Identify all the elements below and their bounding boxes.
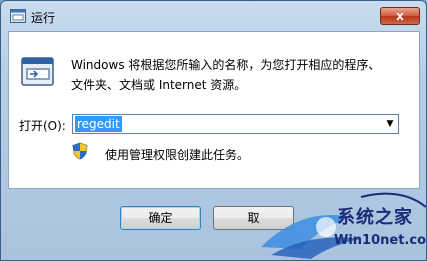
- run-icon: [10, 9, 26, 23]
- run-dialog: 运行 x Windows 将根据您所输入的名称，为您打开相应的程序、 文件夹、文…: [0, 0, 427, 261]
- watermark-brand: 系统之家: [337, 207, 413, 228]
- dropdown-arrow-icon[interactable]: ▼: [382, 115, 398, 133]
- open-combobox[interactable]: regedit ▼: [72, 114, 399, 134]
- watermark: 系统之家 Win10net.com: [241, 187, 427, 260]
- admin-note: 使用管理权限创建此任务。: [105, 148, 250, 162]
- ok-button[interactable]: 确定: [120, 206, 201, 230]
- open-label: 打开(O):: [19, 119, 66, 133]
- description-line-1: Windows 将根据您所输入的名称，为您打开相应的程序、: [71, 58, 381, 72]
- close-icon: x: [396, 9, 404, 23]
- watermark-url: Win10net.com: [334, 233, 427, 248]
- open-input-value[interactable]: regedit: [75, 116, 122, 132]
- title-bar[interactable]: 运行 x: [1, 1, 426, 31]
- run-app-icon: [21, 57, 54, 86]
- window-title: 运行: [31, 11, 56, 25]
- description-line-2: 文件夹、文档或 Internet 资源。: [71, 78, 247, 92]
- uac-shield-icon: [72, 142, 88, 160]
- close-button[interactable]: x: [380, 7, 420, 25]
- dialog-content: Windows 将根据您所输入的名称，为您打开相应的程序、 文件夹、文档或 In…: [8, 31, 420, 189]
- description: Windows 将根据您所输入的名称，为您打开相应的程序、 文件夹、文档或 In…: [71, 55, 411, 95]
